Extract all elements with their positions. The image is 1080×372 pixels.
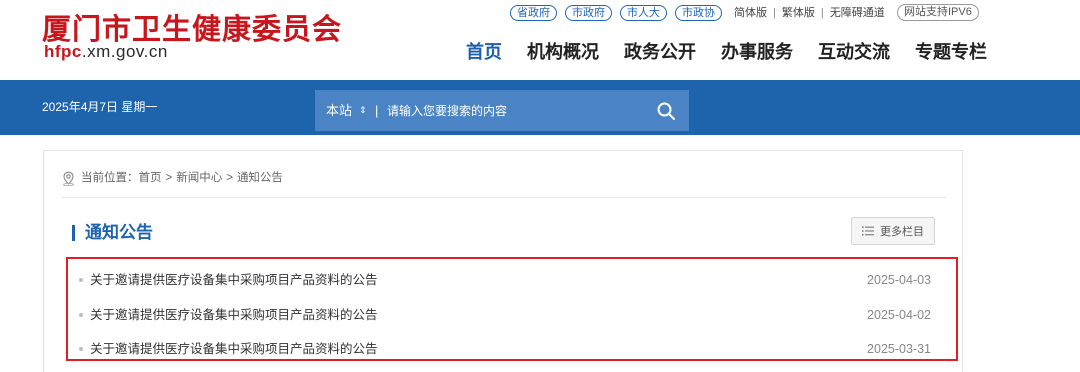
main-nav: 首页 机构概况 政务公开 办事服务 互动交流 专题专栏: [466, 40, 987, 64]
nav-item-about[interactable]: 机构概况: [527, 40, 599, 64]
current-date: 2025年4月7日 星期一: [42, 100, 158, 114]
breadcrumb-divider: [61, 197, 947, 198]
util-separator: |: [820, 7, 824, 19]
news-title[interactable]: 关于邀请提供医疗设备集中采购项目产品资料的公告: [90, 272, 378, 288]
search-banner: 2025年4月7日 星期一 本站 ⇕ |: [0, 80, 1080, 135]
nav-item-interaction[interactable]: 互动交流: [818, 40, 890, 64]
list-icon: [862, 226, 874, 236]
sort-arrows-icon[interactable]: ⇕: [359, 102, 367, 119]
site-header: 厦门市卫生健康委员会 hfpc.xm.gov.cn 省政府 市政府 市人大 市政…: [0, 0, 1080, 80]
nav-item-government-affairs[interactable]: 政务公开: [624, 40, 696, 64]
section-accent-bar: [72, 225, 75, 241]
search-input[interactable]: [387, 100, 647, 122]
news-date: 2025-04-03: [867, 273, 931, 287]
site-domain-accent: hfpc: [44, 42, 82, 61]
util-separator: |: [773, 7, 776, 19]
site-domain: hfpc.xm.gov.cn: [44, 42, 168, 62]
breadcrumb: 当前位置： 首页 > 新闻中心 > 通知公告: [62, 170, 283, 186]
gov-link-city-cppcc[interactable]: 市政协: [675, 5, 722, 21]
nav-item-special-topics[interactable]: 专题专栏: [915, 40, 987, 64]
content-panel: 当前位置： 首页 > 新闻中心 > 通知公告 通知公告 更多栏目 关于邀请提供医…: [43, 150, 963, 372]
breadcrumb-separator: >: [226, 172, 233, 184]
section-title: 通知公告: [85, 223, 153, 242]
search-icon[interactable]: [655, 100, 677, 122]
gov-link-city-government[interactable]: 市政府: [565, 5, 612, 21]
bullet-icon: [79, 278, 83, 282]
accessibility-link[interactable]: 无障碍通道: [830, 5, 885, 21]
breadcrumb-home[interactable]: 首页: [139, 170, 162, 186]
search-separator: |: [375, 103, 379, 118]
gov-link-city-congress[interactable]: 市人大: [620, 5, 667, 21]
site-domain-rest: .xm.gov.cn: [81, 42, 168, 61]
simplified-chinese-link[interactable]: 简体版: [734, 5, 767, 21]
news-date: 2025-04-02: [867, 308, 931, 322]
breadcrumb-news-center[interactable]: 新闻中心: [176, 170, 222, 186]
news-list: 关于邀请提供医疗设备集中采购项目产品资料的公告 2025-04-03 关于邀请提…: [66, 257, 958, 361]
news-title[interactable]: 关于邀请提供医疗设备集中采购项目产品资料的公告: [90, 307, 378, 323]
news-title[interactable]: 关于邀请提供医疗设备集中采购项目产品资料的公告: [90, 341, 378, 357]
location-icon: [63, 171, 74, 186]
nav-item-services[interactable]: 办事服务: [721, 40, 793, 64]
util-links: 简体版 | 繁体版 | 无障碍通道: [734, 5, 885, 21]
list-item[interactable]: 关于邀请提供医疗设备集中采购项目产品资料的公告 2025-03-31: [68, 337, 956, 361]
search-scope-select[interactable]: 本站: [326, 102, 352, 119]
gov-link-provincial-government[interactable]: 省政府: [510, 5, 557, 21]
breadcrumb-separator: >: [165, 172, 173, 184]
gov-links: 省政府 市政府 市人大 市政协: [510, 5, 722, 21]
list-item[interactable]: 关于邀请提供医疗设备集中采购项目产品资料的公告 2025-04-03: [68, 268, 956, 292]
bullet-icon: [79, 313, 83, 317]
breadcrumb-prefix: 当前位置：: [81, 172, 139, 184]
ipv6-badge: 网站支持IPV6: [897, 4, 979, 21]
more-columns-label: 更多栏目: [880, 226, 924, 238]
bullet-icon: [79, 347, 83, 351]
list-item[interactable]: 关于邀请提供医疗设备集中采购项目产品资料的公告 2025-04-02: [68, 303, 956, 327]
section-header: 通知公告: [72, 222, 153, 244]
breadcrumb-notices[interactable]: 通知公告: [237, 170, 283, 186]
search-box: 本站 ⇕ |: [315, 90, 689, 131]
traditional-chinese-link[interactable]: 繁体版: [782, 5, 815, 21]
more-columns-button[interactable]: 更多栏目: [851, 217, 935, 245]
nav-item-home[interactable]: 首页: [466, 40, 502, 64]
news-date: 2025-03-31: [867, 342, 931, 356]
